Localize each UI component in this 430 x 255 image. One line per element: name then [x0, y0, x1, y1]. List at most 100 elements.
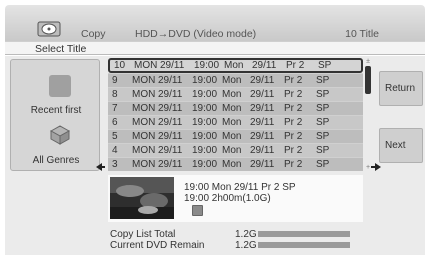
title-cell-pr: Pr 2 [284, 145, 303, 156]
square-icon [49, 75, 71, 97]
title-cell-day2: Mon [222, 145, 242, 156]
arrow-left-icon[interactable] [96, 163, 105, 171]
title-cell-time: 19:00 [192, 75, 218, 86]
title-cell-date: 29/11 [158, 131, 183, 142]
title-cell-day: MON [132, 89, 156, 100]
title-cell-day: MON [132, 117, 156, 128]
title-cell-num: 8 [112, 89, 118, 100]
dvd-remain-value: 1.2G [235, 240, 257, 251]
copy-total-value: 1.2G [235, 229, 257, 240]
title-cell-date2: 29/11 [250, 75, 275, 86]
title-cell-day: MON [134, 60, 158, 71]
list-scrollbar[interactable]: ± + [365, 58, 371, 171]
title-cell-mode: SP [316, 131, 330, 142]
title-cell-date2: 29/11 [250, 145, 275, 156]
title-cell-mode: SP [316, 89, 330, 100]
title-list: 10 MON 29/11 19:00 Mon 29/11 Pr 2 SP 9 MON 29/11 19… [108, 58, 363, 171]
title-cell-day2: Mon [222, 159, 242, 170]
title-cell-date: 29/11 [158, 145, 183, 156]
title-cell-num: 4 [112, 145, 118, 156]
title-cell-num: 9 [112, 75, 118, 86]
title-row[interactable]: 10 MON 29/11 19:00 Mon 29/11 Pr 2 SP [108, 58, 363, 73]
return-button[interactable]: Return [379, 71, 423, 106]
title-row[interactable]: 6 MON 29/11 19:00 Mon 29/11 Pr 2 SP [108, 115, 363, 129]
title-cell-mode: SP [316, 159, 330, 170]
title-cell-time: 19:00 [192, 145, 218, 156]
sort-order-button[interactable]: Recent first [14, 105, 98, 116]
title-cell-time: 19:00 [192, 103, 218, 114]
title-cell-day2: Mon [222, 103, 242, 114]
genre-filter-button[interactable]: All Genres [14, 155, 98, 166]
preview-line-1: 19:00 Mon 29/11 Pr 2 SP [184, 182, 296, 193]
title-cell-day2: Mon [222, 131, 242, 142]
title-cell-time: 19:00 [192, 117, 218, 128]
title-cell-day: MON [132, 103, 156, 114]
copy-path-label: HDD→DVD (Video mode) [135, 28, 257, 40]
copy-total-row: Copy List Total 1.2G [108, 229, 363, 240]
title-cell-day2: Mon [222, 75, 242, 86]
title-cell-day: MON [132, 75, 156, 86]
title-cell-date2: 29/11 [250, 117, 275, 128]
title-row[interactable]: 9 MON 29/11 19:00 Mon 29/11 Pr 2 SP [108, 73, 363, 87]
title-cell-day: MON [132, 131, 156, 142]
arrow-right-icon[interactable] [371, 163, 381, 171]
title-cell-num: 3 [112, 159, 118, 170]
title-cell-day: MON [132, 159, 156, 170]
title-cell-date2: 29/11 [250, 103, 275, 114]
next-button[interactable]: Next [379, 128, 423, 163]
page-title: Select Title [35, 43, 87, 55]
title-cell-mode: SP [316, 103, 330, 114]
title-cell-time: 19:00 [192, 89, 218, 100]
title-cell-date2: 29/11 [250, 131, 275, 142]
title-cell-time: 19:00 [192, 159, 218, 170]
title-row[interactable]: 4 MON 29/11 19:00 Mon 29/11 Pr 2 SP [108, 143, 363, 157]
title-cell-time: 19:00 [192, 131, 218, 142]
title-cell-date2: 29/11 [250, 89, 275, 100]
genre-box-icon [49, 125, 71, 145]
title-cell-pr: Pr 2 [286, 60, 305, 71]
dvd-remain-label: Current DVD Remain [110, 240, 205, 251]
title-cell-day2: Mon [224, 60, 244, 71]
title-cell-pr: Pr 2 [284, 117, 303, 128]
capacity-info: Copy List Total 1.2G Current DVD Remain … [108, 229, 363, 251]
title-row[interactable]: 7 MON 29/11 19:00 Mon 29/11 Pr 2 SP [108, 101, 363, 115]
mode-label: Copy [81, 28, 106, 40]
main-panel: Recent first All Genres 10 MON 29/11 19:00 M… [5, 56, 425, 255]
preview-line-2: 19:00 2h00m(1.0G) [184, 193, 271, 204]
title-cell-date2: 29/11 [250, 159, 275, 170]
title-bar: Copy HDD→DVD (Video mode) 10 Title [5, 5, 425, 41]
title-cell-mode: SP [318, 60, 332, 71]
filter-panel: Recent first All Genres [10, 59, 100, 171]
copy-total-bar [258, 231, 350, 237]
title-cell-day: MON [132, 145, 156, 156]
title-cell-day2: Mon [222, 89, 242, 100]
title-row[interactable]: 8 MON 29/11 19:00 Mon 29/11 Pr 2 SP [108, 87, 363, 101]
title-cell-mode: SP [316, 145, 330, 156]
title-count: 10 Title [345, 28, 379, 40]
subheader-bar: Select Title [5, 41, 425, 55]
title-cell-pr: Pr 2 [284, 159, 303, 170]
title-row[interactable]: 3 MON 29/11 19:00 Mon 29/11 Pr 2 SP [108, 157, 363, 171]
title-row[interactable]: 5 MON 29/11 19:00 Mon 29/11 Pr 2 SP [108, 129, 363, 143]
edit-icon [192, 205, 203, 216]
title-cell-num: 6 [112, 117, 118, 128]
scroll-thumb[interactable] [365, 66, 371, 94]
title-cell-mode: SP [316, 117, 330, 128]
dvd-remain-bar [258, 242, 350, 248]
title-cell-pr: Pr 2 [284, 89, 303, 100]
title-cell-date2: 29/11 [252, 60, 277, 71]
title-cell-pr: Pr 2 [284, 75, 303, 86]
title-cell-num: 7 [112, 103, 118, 114]
title-cell-date: 29/11 [158, 75, 183, 86]
preview-thumbnail [110, 177, 174, 219]
copy-total-label: Copy List Total [110, 229, 176, 240]
title-cell-mode: SP [316, 75, 330, 86]
title-cell-date: 29/11 [158, 159, 183, 170]
title-cell-time: 19:00 [194, 60, 220, 71]
title-cell-date: 29/11 [158, 117, 183, 128]
title-cell-pr: Pr 2 [284, 131, 303, 142]
title-cell-num: 10 [114, 60, 126, 71]
title-cell-pr: Pr 2 [284, 103, 303, 114]
scroll-up-icon[interactable]: ± [365, 58, 371, 65]
disc-copy-icon [37, 21, 61, 37]
